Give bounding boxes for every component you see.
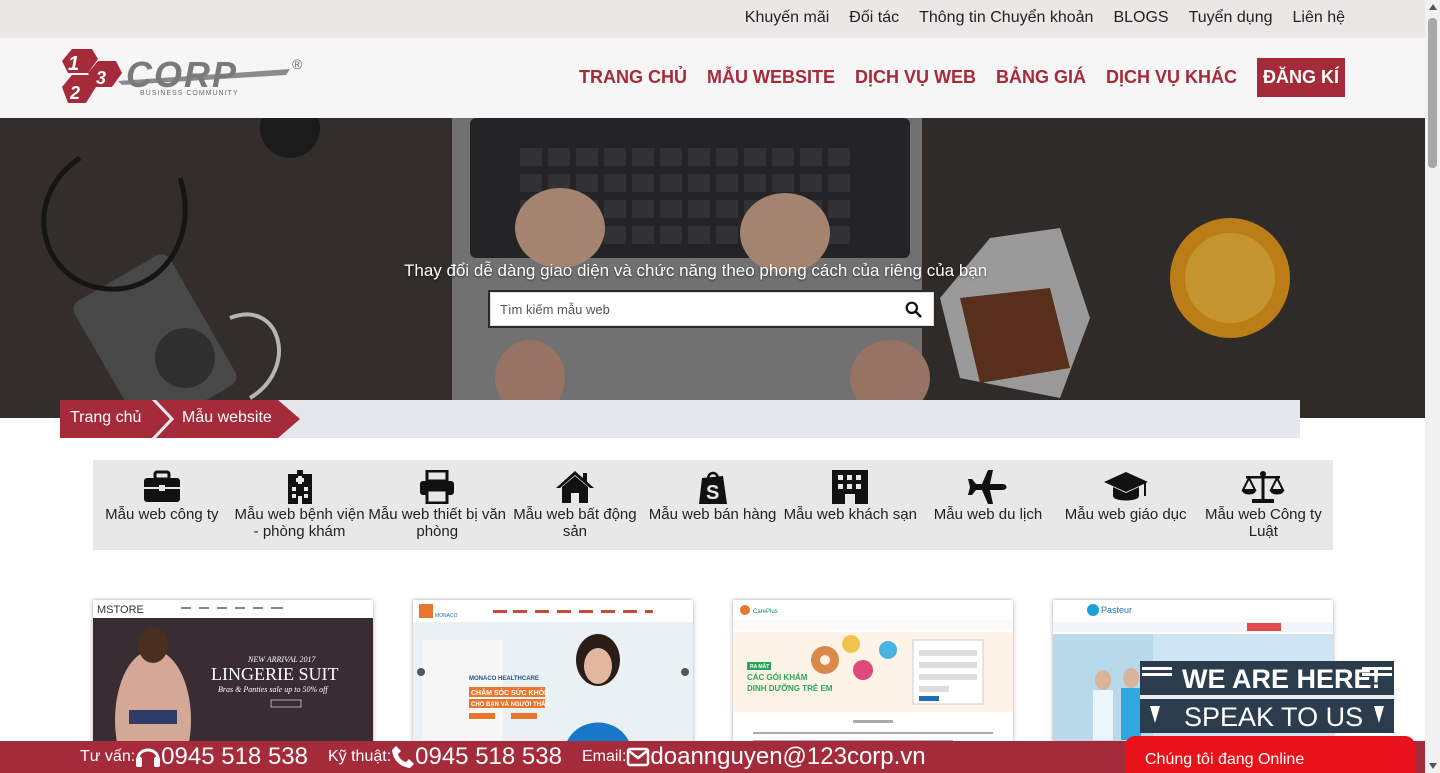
- balance-scale-icon: [1241, 471, 1285, 503]
- contact-email[interactable]: doannguyen@123corp.vn: [650, 743, 925, 771]
- page-scrollbar[interactable]: [1425, 0, 1440, 773]
- category-label: Mẫu web bán hàng: [648, 506, 777, 523]
- site-header: 1 3 2 CORP ® BUSINESS COMMUNITY TRANG CH…: [0, 38, 1425, 118]
- utility-link-blogs[interactable]: BLOGS: [1113, 9, 1168, 27]
- svg-text:DINH DƯỠNG TRẺ EM: DINH DƯỠNG TRẺ EM: [747, 684, 833, 693]
- hero-title: Thay đổi dễ dàng giao diện và chức năng …: [404, 261, 988, 280]
- svg-text:MSTORE: MSTORE: [97, 604, 144, 616]
- svg-text:SPEAK TO US: SPEAK TO US: [1184, 702, 1363, 732]
- template-card-monaco[interactable]: MONACO MONACO HEALTHCARE CHĂM SÓC SỨC KH…: [413, 600, 693, 760]
- template-preview-image: MSTORE NEW ARRIVAL 2017 LINGERIE SUIT Br…: [93, 600, 373, 760]
- utility-link-transfer-info[interactable]: Thông tin Chuyển khoản: [919, 9, 1093, 27]
- phone-icon: [392, 746, 415, 768]
- category-travel[interactable]: Mẫu web du lịch: [919, 460, 1057, 550]
- envelope-icon: [627, 747, 650, 767]
- category-education[interactable]: Mẫu web giáo dục: [1057, 460, 1195, 550]
- svg-text:LINGERIE SUIT: LINGERIE SUIT: [211, 664, 338, 684]
- template-preview-image: MONACO MONACO HEALTHCARE CHĂM SÓC SỨC KH…: [413, 600, 693, 760]
- svg-text:CarePlus: CarePlus: [753, 609, 778, 615]
- category-law-firm[interactable]: Mẫu web Công ty Luật: [1195, 460, 1333, 550]
- svg-text:CORP: CORP: [126, 54, 238, 95]
- category-ecommerce[interactable]: S Mẫu web bán hàng: [644, 460, 782, 550]
- scroll-down-arrow-icon[interactable]: [1429, 763, 1437, 769]
- plane-icon: [967, 470, 1007, 504]
- chat-status-tab[interactable]: Chúng tôi đang Online: [1125, 736, 1415, 773]
- headset-icon: [136, 748, 161, 767]
- template-search-box: [488, 290, 936, 328]
- category-label: Mẫu web Công ty Luật: [1204, 506, 1322, 540]
- main-nav: TRANG CHỦ MẪU WEBSITE DỊCH VỤ WEB BẢNG G…: [559, 58, 1345, 97]
- svg-text:CHĂM SÓC SỨC KHỎE: CHĂM SÓC SỨC KHỎE: [471, 688, 549, 697]
- category-label: Mẫu web thiết bị văn phòng: [368, 506, 506, 540]
- scrollbar-thumb[interactable]: [1428, 18, 1437, 168]
- tech-phone[interactable]: 0945 518 538: [415, 743, 562, 771]
- category-label: Mẫu web bệnh viện - phòng khám: [234, 506, 365, 540]
- svg-text:3: 3: [96, 68, 106, 88]
- svg-text:RA MẮT: RA MẮT: [750, 662, 769, 670]
- scroll-up-arrow-icon[interactable]: [1429, 4, 1437, 10]
- home-icon: [555, 471, 594, 503]
- top-utility-bar: Khuyến mãi Đối tác Thông tin Chuyển khoả…: [0, 0, 1425, 38]
- svg-text:Bras & Panties sale up to 50%: Bras & Panties sale up to 50% off: [218, 685, 329, 694]
- template-preview-image: CarePlus RA MẮT CÁC GÓI KHÁM DINH DƯỠNG …: [733, 600, 1013, 760]
- category-hotel[interactable]: Mẫu web khách sạn: [781, 460, 919, 550]
- template-search-input[interactable]: [500, 300, 880, 318]
- category-office-equipment[interactable]: Mẫu web thiết bị văn phòng: [368, 460, 506, 550]
- nav-pricing[interactable]: BẢNG GIÁ: [996, 67, 1086, 88]
- consult-label: Tư vấn:: [80, 748, 136, 765]
- category-real-estate[interactable]: Mẫu web bất động sản: [506, 460, 644, 550]
- hospital-icon: [287, 470, 312, 504]
- svg-text:MONACO HEALTHCARE: MONACO HEALTHCARE: [469, 676, 539, 682]
- utility-link-contact[interactable]: Liên hệ: [1293, 9, 1346, 27]
- category-label: Mẫu web bất động sản: [513, 506, 637, 540]
- site-logo[interactable]: 1 3 2 CORP ® BUSINESS COMMUNITY: [58, 47, 310, 109]
- utility-link-partners[interactable]: Đối tác: [849, 9, 899, 27]
- category-label: Mẫu web giáo dục: [1064, 506, 1187, 523]
- svg-text:1: 1: [68, 53, 79, 75]
- svg-text:MONACO: MONACO: [435, 613, 458, 619]
- category-company[interactable]: Mẫu web công ty: [93, 460, 231, 550]
- category-hospital[interactable]: Mẫu web bệnh viện - phòng khám: [231, 460, 369, 550]
- graduation-cap-icon: [1103, 472, 1148, 501]
- briefcase-icon: [143, 470, 180, 502]
- svg-text:2: 2: [69, 83, 80, 103]
- nav-other-services[interactable]: DỊCH VỤ KHÁC: [1106, 67, 1237, 88]
- template-card-mstore[interactable]: MSTORE NEW ARRIVAL 2017 LINGERIE SUIT Br…: [93, 600, 373, 760]
- category-label: Mẫu web khách sạn: [783, 506, 917, 523]
- breadcrumb: Trang chủ Mẫu website: [60, 400, 1300, 438]
- utility-nav: Khuyến mãi Đối tác Thông tin Chuyển khoả…: [745, 9, 1345, 27]
- hero-banner: Thay đổi dễ dàng giao diện và chức năng …: [0, 118, 1425, 418]
- search-icon[interactable]: [905, 301, 922, 318]
- svg-text:CHO BẠN VÀ NGƯỜI THÂN: CHO BẠN VÀ NGƯỜI THÂN: [471, 700, 550, 708]
- svg-text:BUSINESS COMMUNITY: BUSINESS COMMUNITY: [140, 90, 239, 97]
- consult-phone[interactable]: 0945 518 538: [161, 743, 308, 771]
- category-bar: Mẫu web công ty Mẫu web bệnh viện - phòn…: [93, 460, 1333, 550]
- nav-web-services[interactable]: DỊCH VỤ WEB: [855, 67, 976, 88]
- nav-home[interactable]: TRANG CHỦ: [579, 67, 687, 88]
- tech-label: Kỹ thuật:: [327, 748, 392, 765]
- svg-text:NEW ARRIVAL 2017: NEW ARRIVAL 2017: [247, 655, 317, 664]
- shopping-bag-icon: S: [698, 471, 727, 504]
- utility-link-promotions[interactable]: Khuyến mãi: [745, 9, 830, 27]
- utility-link-careers[interactable]: Tuyển dụng: [1189, 9, 1273, 27]
- breadcrumb-home[interactable]: Trang chủ: [60, 400, 170, 438]
- printer-icon: [420, 470, 455, 504]
- svg-text:®: ®: [292, 56, 303, 72]
- category-label: Mẫu web công ty: [105, 506, 219, 523]
- building-icon: [832, 470, 869, 504]
- category-label: Mẫu web du lịch: [933, 506, 1043, 523]
- template-card-careplus[interactable]: CarePlus RA MẮT CÁC GÓI KHÁM DINH DƯỠNG …: [733, 600, 1013, 760]
- svg-text:S: S: [706, 482, 719, 504]
- svg-text:CÁC GÓI KHÁM: CÁC GÓI KHÁM: [747, 673, 808, 682]
- register-button[interactable]: ĐĂNG KÍ: [1257, 58, 1345, 97]
- live-chat-banner[interactable]: WE ARE HERE! SPEAK TO US: [1140, 661, 1394, 733]
- svg-text:WE ARE HERE!: WE ARE HERE!: [1182, 664, 1381, 694]
- email-label: Email:: [581, 748, 627, 765]
- svg-text:Pasteur: Pasteur: [1101, 605, 1132, 615]
- breadcrumb-current: Mẫu website: [156, 400, 300, 438]
- nav-website-templates[interactable]: MẪU WEBSITE: [707, 67, 835, 88]
